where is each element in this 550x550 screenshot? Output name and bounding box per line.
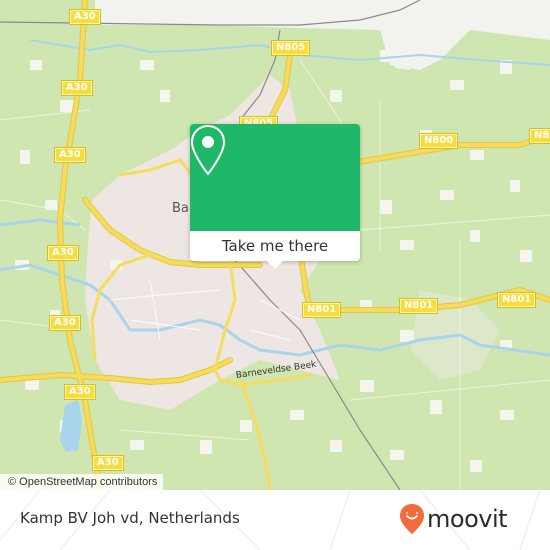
road-label-n801: N801 [301, 302, 342, 318]
road-label-n800: N800 [418, 133, 459, 149]
road-label-n805: N805 [270, 40, 311, 56]
road-label-n801: N801 [496, 292, 537, 308]
popup-tail [267, 261, 283, 269]
take-me-there-button[interactable]: Take me there [190, 231, 360, 261]
road-label-a30: A30 [64, 384, 96, 400]
place-label: Ba [172, 201, 189, 216]
popup-pin-area[interactable] [190, 124, 360, 231]
road-label-a30: A30 [61, 80, 93, 96]
road-label-a30: A30 [49, 315, 81, 331]
road-label-a30: A30 [69, 9, 101, 25]
road-label-a30: A30 [47, 245, 79, 261]
moovit-logo[interactable]: moovit [398, 502, 508, 536]
map-view[interactable]: A30 A30 A30 A30 A30 A30 A30 N805 N805 N8… [0, 0, 550, 490]
footer-bar: Kamp BV Joh vd, Netherlands moovit [0, 490, 550, 550]
road-label-a30: A30 [92, 455, 124, 471]
moovit-pin-icon [400, 504, 424, 534]
map-attribution[interactable]: © OpenStreetMap contributors [0, 474, 164, 490]
road-label-n801: N801 [398, 298, 439, 314]
map-pin-icon [190, 124, 226, 176]
road-label-n800: N800 [528, 128, 550, 144]
road-label-a30: A30 [54, 147, 86, 163]
location-title: Kamp BV Joh vd, Netherlands [20, 509, 240, 527]
location-popup: Take me there [190, 124, 360, 269]
brand-name: moovit [427, 505, 508, 533]
